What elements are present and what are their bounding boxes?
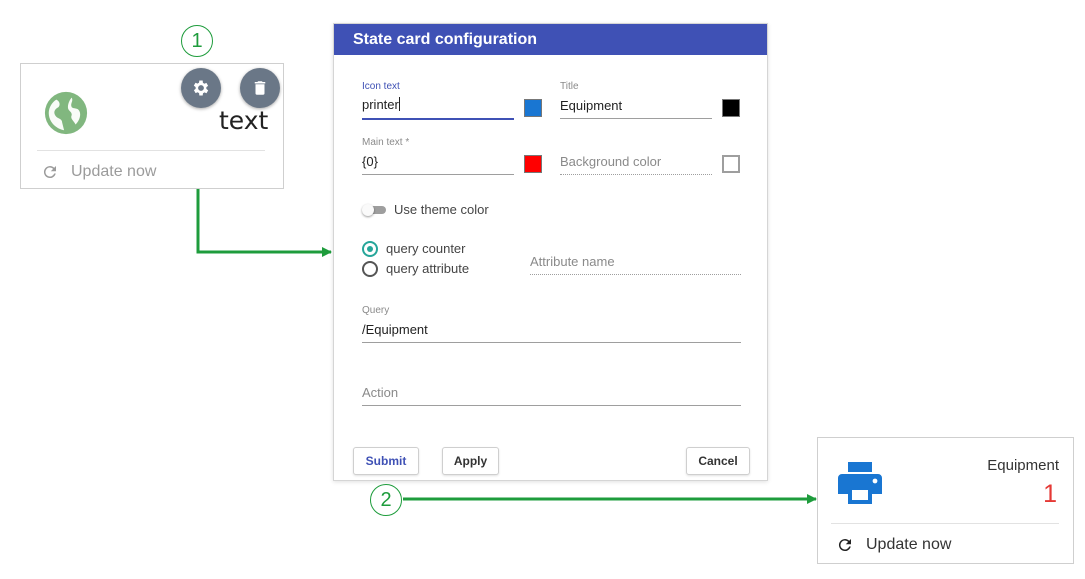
delete-button[interactable] [240,68,280,108]
icon-text-input[interactable]: printer [362,96,514,120]
attribute-name-underline [530,274,741,275]
radio-query-counter-label: query counter [386,241,466,256]
gear-icon [193,80,209,96]
printer-icon [838,462,882,504]
attribute-name-input[interactable]: Attribute name [530,254,740,269]
icon-text-underline [362,118,514,120]
title-label: Title [560,81,579,92]
dialog-header: State card configuration [334,24,767,55]
submit-button[interactable]: Submit [353,447,419,475]
main-text-label: Main text * [362,137,410,148]
icon-color-swatch[interactable] [524,99,542,117]
callout-2-number: 2 [380,488,392,511]
title-color-swatch[interactable] [722,99,740,117]
globe-icon [44,91,88,135]
settings-button[interactable] [181,68,221,108]
trash-icon [254,81,266,95]
main-text-underline [362,174,514,175]
icon-text-value: printer [362,97,399,112]
state-card-before: text Update now [20,63,284,189]
radio-query-attribute-label: query attribute [386,261,470,276]
title-input[interactable]: Equipment [560,98,712,113]
query-label: Query [362,305,390,316]
update-now-label: Update now [866,536,952,553]
radio-unchecked-icon [362,261,378,277]
refresh-icon [838,539,851,552]
card-main-text: text [219,106,269,135]
callout-2: 2 [370,484,402,516]
title-underline [560,118,712,119]
main-text-input[interactable]: {0} [362,154,514,169]
callout-1: 1 [181,25,213,57]
toggle-knob [362,204,374,216]
use-theme-color-toggle[interactable]: Use theme color [362,202,512,218]
background-color-underline [560,174,712,175]
icon-text-label: Icon text [362,81,400,92]
background-color-input[interactable]: Background color [560,154,712,169]
radio-checked-icon [362,241,378,257]
action-underline [362,405,741,406]
card-divider [831,523,1059,524]
radio-query-counter[interactable]: query counter [362,240,512,258]
card-title: Equipment [987,457,1059,474]
use-theme-color-label: Use theme color [394,202,489,217]
dialog-title: State card configuration [353,31,538,48]
main-text-color-swatch[interactable] [524,155,542,173]
apply-button[interactable]: Apply [442,447,499,475]
update-now-link[interactable]: Update now [41,163,156,181]
card-divider [37,150,265,151]
state-card-config-dialog: State card configuration Icon text print… [333,23,768,481]
card-count: 1 [1043,480,1057,508]
refresh-icon [43,166,56,179]
query-underline [362,342,741,343]
state-card-after: Equipment 1 Update now [817,437,1074,564]
callout-1-number: 1 [191,29,203,52]
cancel-button[interactable]: Cancel [686,447,750,475]
query-input[interactable]: /Equipment [362,322,740,337]
update-now-link[interactable]: Update now [836,536,951,554]
background-color-swatch[interactable] [722,155,740,173]
update-now-label: Update now [71,163,157,180]
radio-query-attribute[interactable]: query attribute [362,260,512,278]
action-input[interactable]: Action [362,385,740,400]
